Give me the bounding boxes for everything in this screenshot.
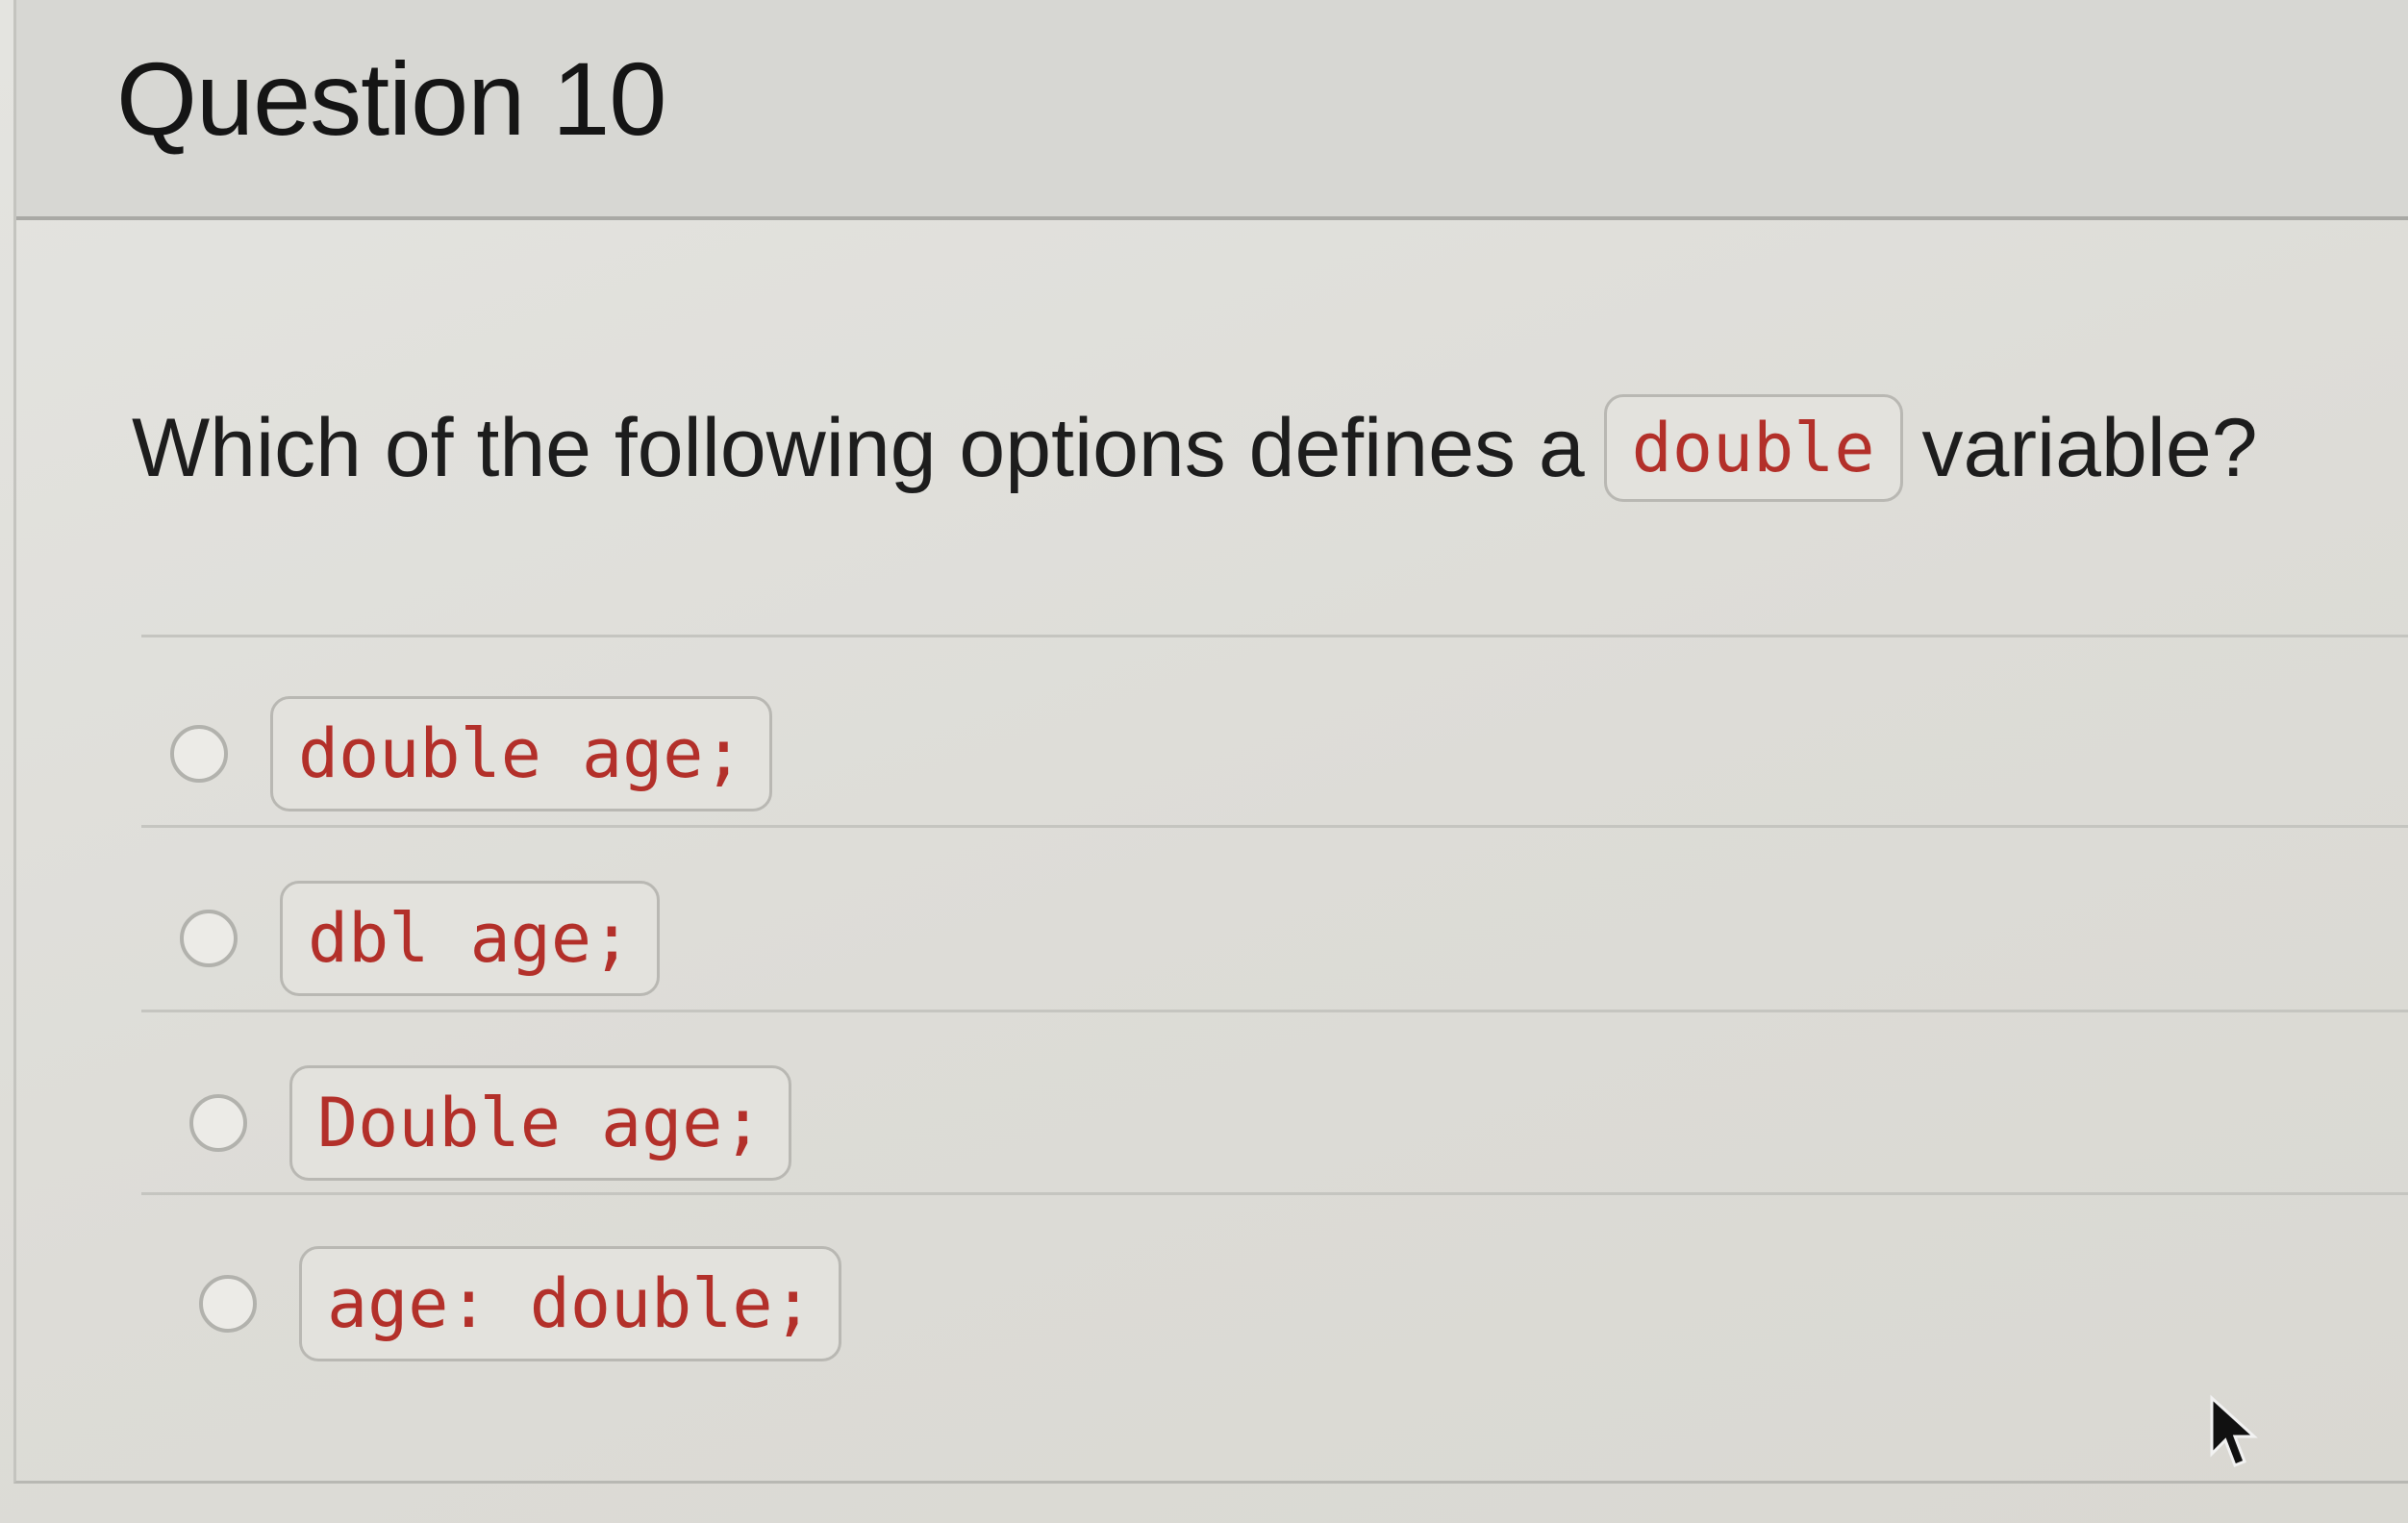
answer-label: Double age; — [289, 1065, 791, 1181]
answer-option-2[interactable]: dbl age; — [180, 881, 661, 996]
mouse-pointer-icon — [2210, 1394, 2258, 1467]
answer-divider — [141, 825, 2408, 828]
answer-divider — [141, 1192, 2408, 1195]
answer-option-4[interactable]: age: double; — [199, 1246, 841, 1361]
question-card: Question 10 Which of the following optio… — [13, 0, 2408, 1484]
answer-option-3[interactable]: Double age; — [189, 1065, 791, 1181]
answer-label: age: double; — [299, 1246, 841, 1361]
prompt-code: double — [1603, 394, 1903, 502]
answer-label: dbl age; — [280, 881, 661, 996]
radio-button-icon[interactable] — [180, 910, 238, 967]
radio-button-icon[interactable] — [199, 1275, 257, 1333]
answer-divider — [141, 1010, 2408, 1012]
quiz-page: Question 10 Which of the following optio… — [0, 0, 2408, 1523]
question-title: Question 10 — [116, 40, 666, 157]
answer-label: double age; — [270, 696, 772, 811]
question-header: Question 10 — [16, 0, 2408, 220]
answer-option-1[interactable]: double age; — [170, 696, 772, 811]
prompt-text-after: variable? — [1921, 401, 2258, 494]
radio-button-icon[interactable] — [170, 725, 228, 783]
radio-button-icon[interactable] — [189, 1094, 247, 1152]
prompt-text-before: Which of the following options defines a — [132, 401, 1585, 494]
question-prompt: Which of the following options defines a… — [132, 394, 2258, 502]
answer-divider — [141, 635, 2408, 637]
